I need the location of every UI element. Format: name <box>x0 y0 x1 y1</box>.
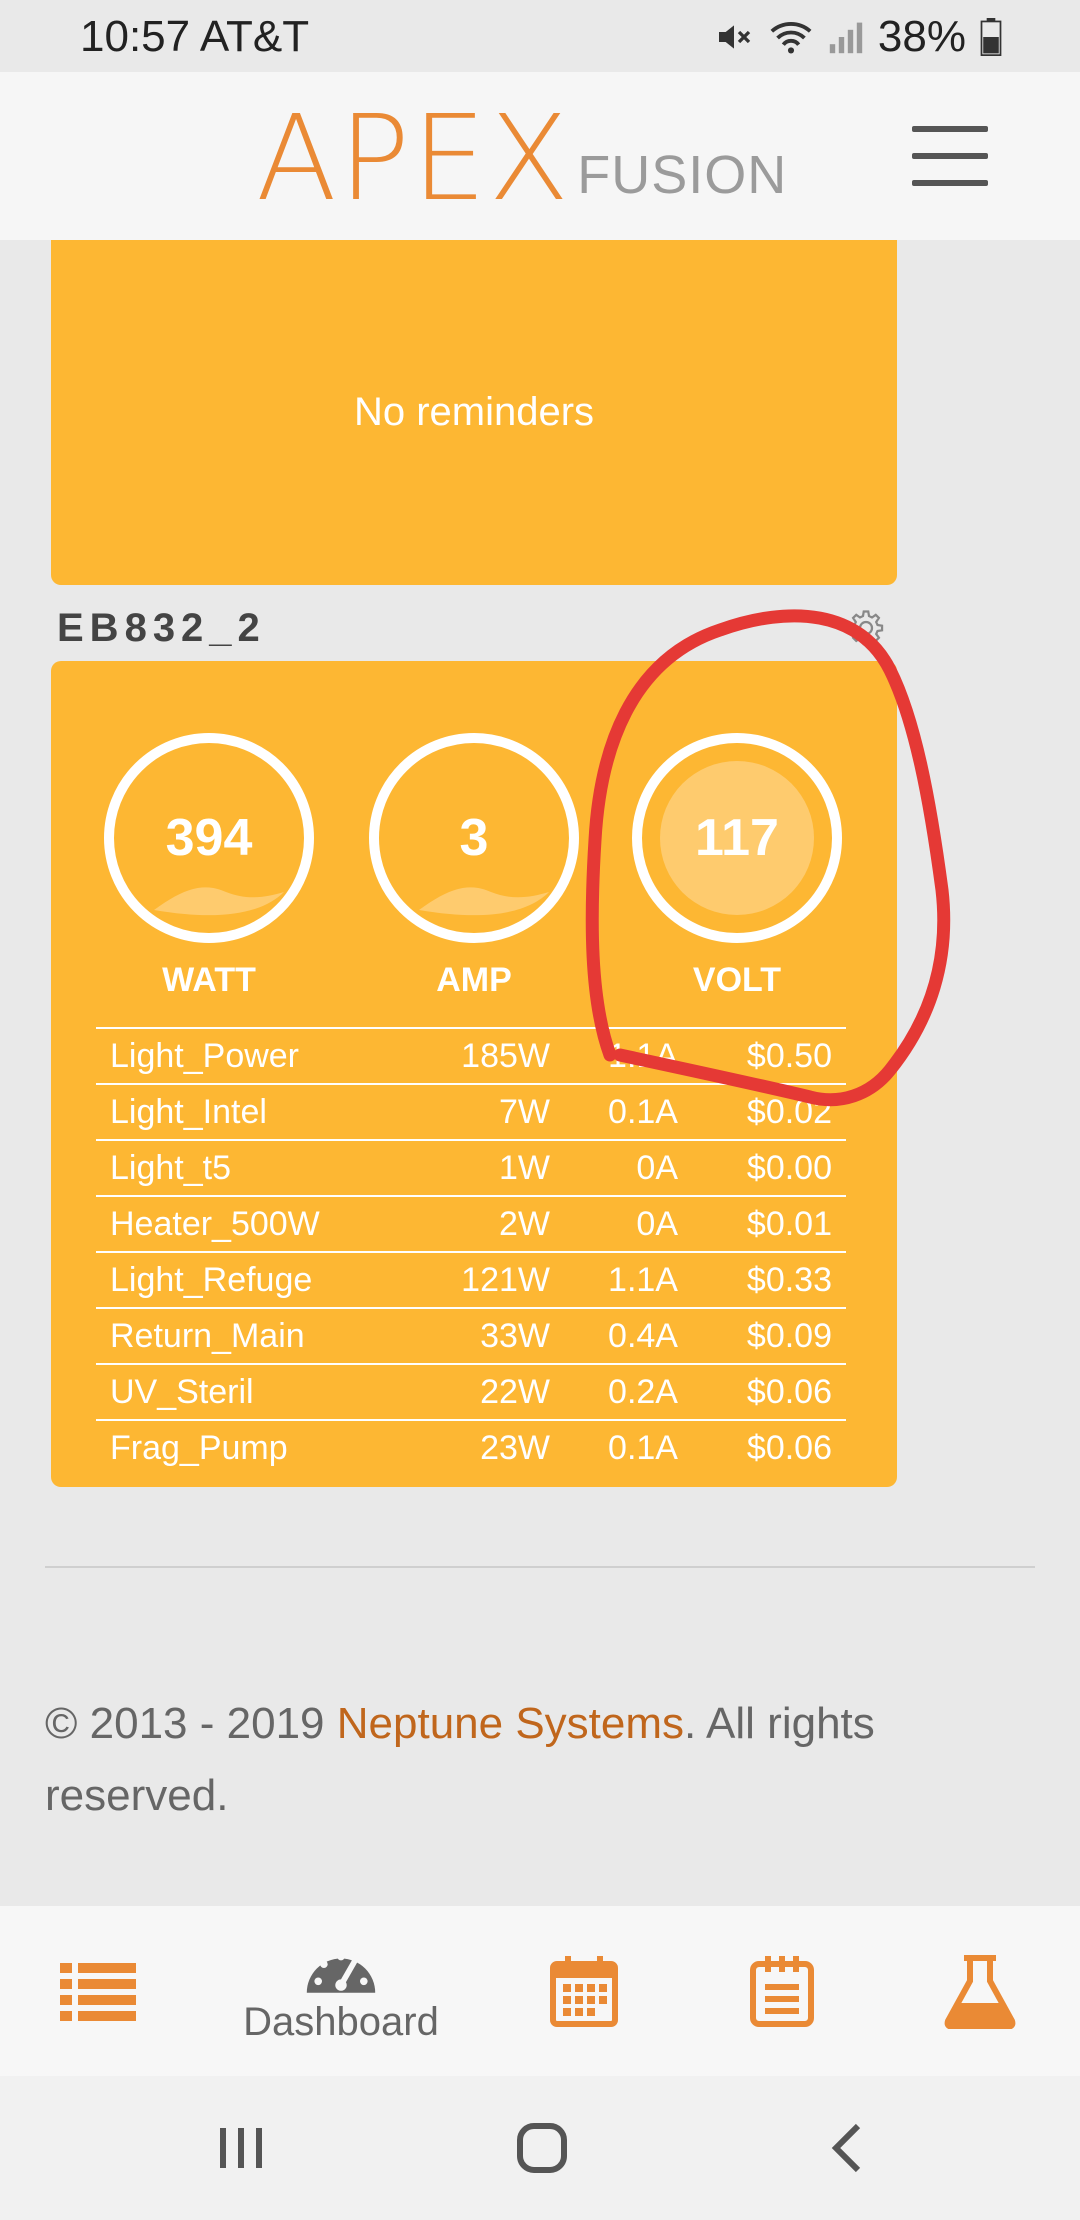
outlet-cost: $0.09 <box>678 1307 846 1364</box>
status-icons: 38% <box>714 12 1002 62</box>
outlet-name: Heater_500W <box>96 1195 426 1252</box>
copyright-prefix: © 2013 - 2019 <box>45 1699 337 1748</box>
energy-bar-title: EB832_2 <box>57 606 266 650</box>
outlet-name: Light_Refuge <box>96 1251 426 1308</box>
outlet-row[interactable]: Heater_500W 2W 0A $0.01 <box>96 1195 846 1252</box>
outlet-row[interactable]: Light_Power 185W 1.1A $0.50 <box>96 1027 846 1084</box>
nav-dashboard[interactable]: Dashboard <box>230 1906 452 2076</box>
logo-apex-text: APEX <box>256 89 572 227</box>
battery-icon <box>980 18 1002 56</box>
logo-fusion-text: FUSION <box>577 145 788 205</box>
outlet-row[interactable]: Return_Main 33W 0.4A $0.09 <box>96 1307 846 1364</box>
dashboard-gauge-icon <box>306 1952 376 1993</box>
outlet-row[interactable]: Light_Refuge 121W 1.1A $0.33 <box>96 1251 846 1308</box>
outlet-cost: $0.50 <box>678 1027 846 1084</box>
no-reminders-text: No reminders <box>353 390 595 434</box>
outlet-row[interactable]: Light_t5 1W 0A $0.00 <box>96 1139 846 1196</box>
amp-gauge[interactable]: 3 <box>369 733 579 943</box>
status-bar: 10:57 AT&T 38% <box>0 0 1080 72</box>
outlet-name: Light_Power <box>96 1027 426 1084</box>
footer-divider <box>45 1566 1035 1568</box>
recent-apps-icon[interactable] <box>216 2120 266 2176</box>
amp-label: AMP <box>436 961 512 999</box>
outlet-watts: 185W <box>426 1027 550 1084</box>
watt-label: WATT <box>162 961 256 999</box>
outlet-amps: 0.1A <box>550 1419 678 1476</box>
outlet-cost: $0.06 <box>678 1419 846 1476</box>
outlet-cost: $0.00 <box>678 1139 846 1196</box>
dashboard-label: Dashboard <box>243 1999 439 2044</box>
hamburger-menu-icon[interactable] <box>912 126 988 186</box>
outlet-table: Light_Power 185W 1.1A $0.50 Light_Intel 7W 0.1… <box>96 1027 846 1476</box>
wifi-icon <box>770 22 812 54</box>
app-header: APEX FUSION <box>0 72 1080 240</box>
signal-icon <box>829 22 863 54</box>
outlet-amps: 0.1A <box>550 1083 678 1140</box>
neptune-systems-link[interactable]: Neptune Systems <box>337 1699 684 1748</box>
energy-bar-card: 394 WATT 3 AMP 117 VOLT Light_Power 185W 1… <box>51 661 897 1487</box>
outlet-name: Light_t5 <box>96 1139 426 1196</box>
reminders-card: No reminders <box>51 240 897 585</box>
outlet-watts: 121W <box>426 1251 550 1308</box>
outlet-watts: 2W <box>426 1195 550 1252</box>
outlet-amps: 1.1A <box>550 1027 678 1084</box>
calendar-icon <box>550 1956 618 2027</box>
outlet-row[interactable]: UV_Steril 22W 0.2A $0.06 <box>96 1363 846 1420</box>
nav-calendar[interactable] <box>548 1906 620 2076</box>
footer-copyright: © 2013 - 2019 Neptune Systems. All right… <box>45 1688 1025 1832</box>
volt-label: VOLT <box>692 961 782 999</box>
notepad-icon <box>750 1956 814 2027</box>
outlet-watts: 33W <box>426 1307 550 1364</box>
outlet-name: Return_Main <box>96 1307 426 1364</box>
battery-percent: 38% <box>877 12 966 61</box>
volt-gauge[interactable]: 117 <box>632 733 842 943</box>
outlet-amps: 0A <box>550 1139 678 1196</box>
apex-fusion-logo[interactable]: APEX FUSION <box>256 89 788 227</box>
outlet-amps: 0A <box>550 1195 678 1252</box>
outlet-cost: $0.33 <box>678 1251 846 1308</box>
watt-value: 394 <box>165 809 253 867</box>
mute-icon <box>718 25 751 49</box>
outlet-name: Frag_Pump <box>96 1419 426 1476</box>
outlet-amps: 0.2A <box>550 1363 678 1420</box>
flask-icon <box>944 1955 1016 2029</box>
nav-notes[interactable] <box>746 1906 818 2076</box>
outlet-watts: 23W <box>426 1419 550 1476</box>
outlet-name: UV_Steril <box>96 1363 426 1420</box>
outlet-cost: $0.06 <box>678 1363 846 1420</box>
outlet-cost: $0.02 <box>678 1083 846 1140</box>
list-icon <box>60 1963 136 2021</box>
outlet-watts: 22W <box>426 1363 550 1420</box>
amp-value: 3 <box>459 809 489 867</box>
outlet-amps: 0.4A <box>550 1307 678 1364</box>
system-navigation-bar <box>0 2076 1080 2220</box>
gear-icon[interactable] <box>848 610 884 646</box>
outlet-row[interactable]: Light_Intel 7W 0.1A $0.02 <box>96 1083 846 1140</box>
outlet-amps: 1.1A <box>550 1251 678 1308</box>
watt-gauge[interactable]: 394 <box>104 733 314 943</box>
outlet-name: Light_Intel <box>96 1083 426 1140</box>
outlet-watts: 7W <box>426 1083 550 1140</box>
nav-list[interactable] <box>58 1906 138 2076</box>
outlet-row[interactable]: Frag_Pump 23W 0.1A $0.06 <box>96 1419 846 1476</box>
outlet-watts: 1W <box>426 1139 550 1196</box>
outlet-cost: $0.01 <box>678 1195 846 1252</box>
bottom-navigation: Dashboard <box>0 1906 1080 2076</box>
home-icon[interactable] <box>514 2120 570 2176</box>
status-time-carrier: 10:57 AT&T <box>80 12 310 61</box>
back-icon[interactable] <box>826 2120 866 2176</box>
volt-value: 117 <box>695 809 779 867</box>
nav-lab[interactable] <box>944 1906 1016 2076</box>
